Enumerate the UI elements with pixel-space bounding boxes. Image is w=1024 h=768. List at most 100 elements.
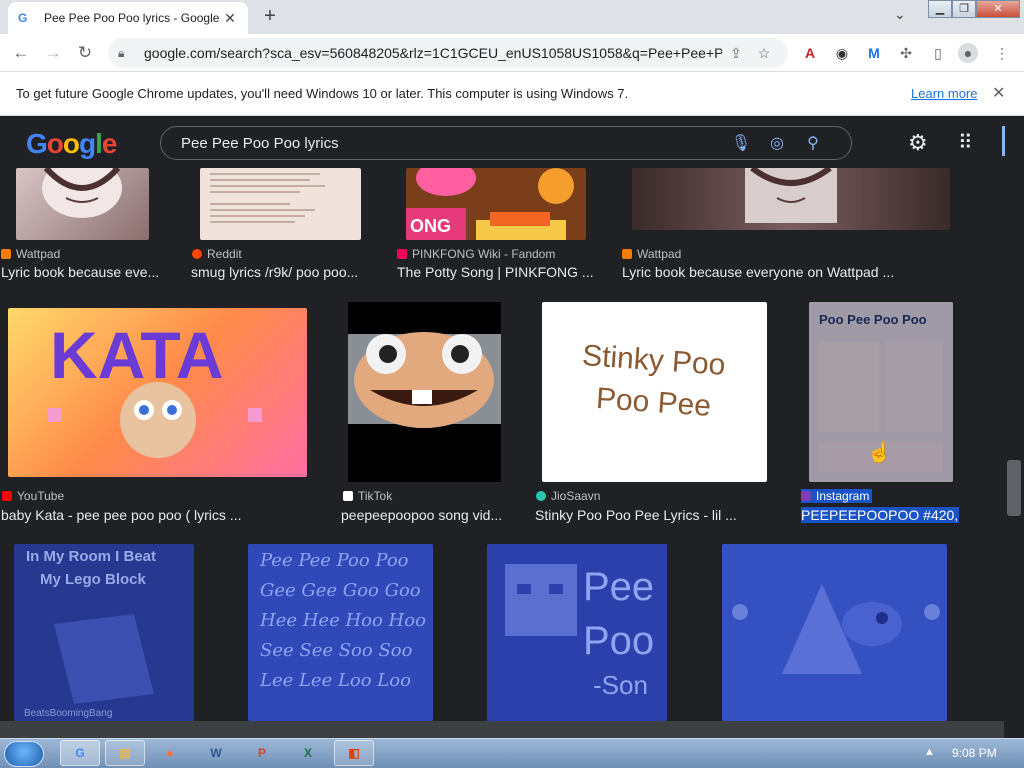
youtube-icon	[2, 491, 12, 501]
address-bar[interactable]: 🔒︎ google.com/search?sca_esv=560848205&r…	[108, 38, 788, 68]
settings-gear-icon[interactable]: ⚙	[908, 130, 928, 156]
excel-taskbar-icon[interactable]: X	[288, 740, 328, 766]
result-source[interactable]: Wattpad	[1, 247, 60, 261]
result-title[interactable]: baby Kata - pee pee poo poo ( lyrics ...	[1, 507, 261, 523]
chrome-taskbar-icon[interactable]: G	[60, 740, 100, 766]
svg-text:ONG: ONG	[410, 216, 451, 236]
svg-text:KATA: KATA	[50, 318, 224, 392]
cartoon-face-image	[348, 332, 501, 428]
result-title[interactable]: The Potty Song | PINKFONG ...	[397, 264, 597, 280]
result-title[interactable]: Stinky Poo Poo Pee Lyrics - lil ...	[535, 507, 745, 523]
svg-text:Hee Hee Hoo Hoo: Hee Hee Hoo Hoo	[259, 610, 426, 631]
svg-text:Gee Gee Goo Goo: Gee Gee Goo Goo	[260, 580, 421, 601]
svg-text:BeatsBoomingBang: BeatsBoomingBang	[24, 708, 112, 719]
result-image[interactable]	[200, 168, 361, 240]
gmail-extension-icon[interactable]: M	[864, 43, 884, 63]
reload-icon[interactable]: ↻	[74, 42, 96, 64]
forward-arrow-icon[interactable]: →	[42, 42, 64, 64]
anime-girl-image	[42, 168, 122, 218]
microphone-icon[interactable]: 🎙︎	[723, 133, 759, 153]
puzzle-extensions-icon[interactable]: ✣	[896, 43, 916, 63]
scrollbar-thumb[interactable]	[1007, 460, 1021, 516]
result-image[interactable]: Pee I Poo I -Son	[487, 544, 667, 721]
learn-more-link[interactable]: Learn more	[911, 86, 977, 101]
horizontal-scrollbar[interactable]	[0, 721, 1004, 738]
stinky-poo-text-image: Stinky PooPoo Pee	[581, 339, 726, 423]
vertical-scrollbar[interactable]	[1004, 116, 1024, 721]
file-explorer-taskbar-icon[interactable]: ▤	[105, 740, 145, 766]
svg-text:My Lego Block: My Lego Block	[40, 571, 147, 588]
infobar-close-icon[interactable]: ✕	[992, 83, 1005, 103]
result-source[interactable]: Reddit	[192, 247, 242, 261]
result-title[interactable]: peepeepoopoo song vid...	[341, 507, 511, 523]
infobar-message: To get future Google Chrome updates, you…	[16, 86, 629, 101]
svg-text:Pee Pee Poo Poo: Pee Pee Poo Poo	[259, 550, 409, 571]
windows-start-button[interactable]	[4, 741, 44, 767]
anime-girl-image	[745, 168, 837, 223]
share-icon[interactable]: ⇪	[722, 45, 750, 62]
result-image[interactable]	[632, 168, 950, 230]
result-title[interactable]: Lyric book because eve...	[1, 264, 171, 280]
result-source[interactable]: Instagram	[801, 489, 873, 503]
lock-icon[interactable]: 🔒︎	[118, 46, 136, 61]
fandom-icon	[397, 249, 407, 259]
pig-cartoon-image: Pee I Poo I -Son	[487, 544, 667, 721]
result-title[interactable]: Lyric book because everyone on Wattpad .…	[622, 264, 912, 280]
bookmark-star-icon[interactable]: ☆	[750, 45, 778, 62]
result-image[interactable]: Pee Pee Poo Poo Gee Gee Goo Goo Hee Hee Ho…	[248, 544, 433, 721]
hand-cursor-icon: ☝	[867, 442, 892, 464]
result-title[interactable]: smug lyrics /r9k/ poo poo...	[191, 264, 371, 280]
google-header: Google Pee Pee Poo Poo lyrics 🎙︎ ◎ ⚲ ⚙ ⠿	[0, 116, 1004, 168]
side-panel-icon[interactable]: ▯	[928, 43, 948, 63]
google-favicon-icon: G	[18, 11, 28, 25]
tiktok-icon	[343, 491, 353, 501]
search-icon[interactable]: ⚲	[795, 133, 831, 153]
result-source[interactable]: Wattpad	[622, 247, 681, 261]
update-infobar: To get future Google Chrome updates, you…	[0, 72, 1024, 116]
result-image[interactable]: KATA	[8, 308, 307, 477]
menu-kebab-icon[interactable]: ⋮	[992, 43, 1012, 63]
google-logo[interactable]: Google	[26, 128, 117, 160]
tab-close-icon[interactable]: ✕	[222, 10, 238, 27]
acrobat-extension-icon[interactable]: A	[800, 43, 820, 63]
tab-search-icon[interactable]: ⌄	[894, 6, 906, 23]
back-arrow-icon[interactable]: ←	[10, 42, 32, 64]
result-image[interactable]	[348, 302, 501, 482]
result-source[interactable]: TikTok	[343, 489, 392, 503]
url-text[interactable]: google.com/search?sca_esv=560848205&rlz=…	[144, 45, 722, 61]
svg-text:Poo I: Poo I	[583, 619, 667, 663]
result-image[interactable]: Stinky Poo Poo Pee	[542, 302, 767, 482]
lens-camera-icon[interactable]: ◎	[759, 133, 795, 153]
result-source[interactable]: JioSaavn	[536, 489, 600, 503]
firefox-taskbar-icon[interactable]: ●	[150, 740, 190, 766]
office-taskbar-icon[interactable]: ◧	[334, 740, 374, 766]
handwritten-lyrics-image: Pee Pee Poo Poo Gee Gee Goo Goo Hee Hee Ho…	[248, 544, 433, 721]
powerpoint-taskbar-icon[interactable]: P	[242, 740, 282, 766]
google-apps-grid-icon[interactable]: ⠿	[958, 130, 973, 155]
search-query[interactable]: Pee Pee Poo Poo lyrics	[181, 135, 723, 152]
word-taskbar-icon[interactable]: W	[196, 740, 236, 766]
result-source[interactable]: PINKFONG Wiki - Fandom	[397, 247, 555, 261]
profile-avatar-icon[interactable]: ●	[958, 43, 978, 63]
jiosaavn-icon	[536, 491, 546, 501]
svg-text:In My Room I Beat: In My Room I Beat	[26, 548, 156, 565]
maximize-button[interactable]: ❐	[952, 0, 976, 18]
result-image[interactable]	[722, 544, 947, 721]
wattpad-icon	[1, 249, 11, 259]
browser-toolbar: ← → ↻ 🔒︎ google.com/search?sca_esv=56084…	[0, 34, 1024, 72]
taskbar-clock[interactable]: 9:08 PM	[952, 746, 997, 760]
search-input[interactable]: Pee Pee Poo Poo lyrics 🎙︎ ◎ ⚲	[160, 126, 852, 160]
close-window-button[interactable]: ✕	[976, 0, 1020, 18]
cartoon-animals-image	[722, 544, 947, 721]
tray-arrow-icon[interactable]: ▲	[924, 746, 935, 758]
new-tab-button[interactable]: +	[258, 4, 282, 28]
result-image[interactable]: In My Room I Beat My Lego Block BeatsBoomi…	[14, 544, 194, 721]
spy-extension-icon[interactable]: ◉	[832, 43, 852, 63]
tab-title: Pee Pee Poo Poo lyrics - Google S	[44, 11, 222, 25]
result-source[interactable]: YouTube	[2, 489, 64, 503]
result-title[interactable]: PEEPEEPOOPOO #420,...	[801, 507, 959, 523]
result-image[interactable]: ONG	[406, 168, 586, 240]
result-image[interactable]	[16, 168, 149, 240]
browser-tab[interactable]: G Pee Pee Poo Poo lyrics - Google S ✕	[8, 2, 248, 34]
minimize-button[interactable]: ▁	[928, 0, 952, 18]
